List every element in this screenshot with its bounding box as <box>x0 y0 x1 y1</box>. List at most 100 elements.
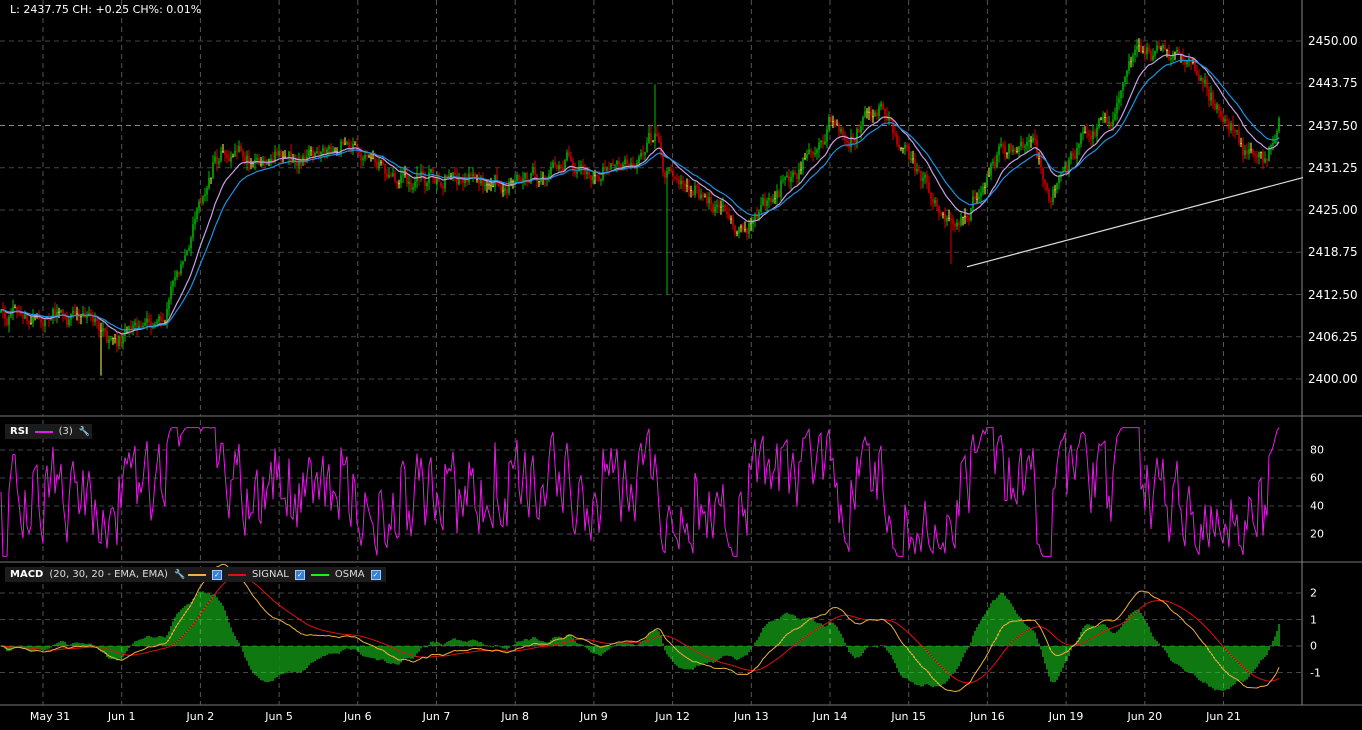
candle <box>756 213 758 219</box>
candle <box>252 162 254 164</box>
candle <box>1202 77 1204 84</box>
wrench-icon[interactable]: 🔧 <box>174 570 185 579</box>
candle <box>834 121 836 126</box>
osma-checkbox[interactable]: ✓ <box>370 569 381 580</box>
signal-label: SIGNAL <box>251 569 289 580</box>
candle <box>892 120 894 133</box>
candle <box>102 328 104 332</box>
candle <box>470 173 472 176</box>
candle <box>344 143 346 145</box>
y-tick-label: 1 <box>1310 613 1317 626</box>
candle <box>624 159 626 165</box>
x-tick-label: Jun 20 <box>1127 710 1163 723</box>
candle <box>854 139 856 143</box>
candle <box>168 299 170 309</box>
candle <box>1098 118 1100 128</box>
candle <box>414 181 416 188</box>
candle <box>100 330 102 332</box>
candle <box>952 219 954 224</box>
candle <box>986 176 988 188</box>
candle <box>908 146 910 160</box>
candle <box>442 186 444 189</box>
candle <box>818 142 820 150</box>
candle <box>856 128 858 143</box>
candle <box>1162 45 1164 49</box>
candle <box>928 182 930 193</box>
candle <box>1200 77 1202 81</box>
candle <box>136 322 138 329</box>
candle <box>676 178 678 180</box>
wrench-icon[interactable]: 🔧 <box>79 427 90 436</box>
candle <box>280 150 282 157</box>
candle <box>1008 144 1010 154</box>
candle <box>250 162 252 164</box>
candle <box>674 176 676 179</box>
candle <box>614 164 616 166</box>
candle <box>940 213 942 215</box>
candle <box>868 111 870 113</box>
candle <box>580 165 582 167</box>
candle <box>312 150 314 157</box>
candle <box>1118 98 1120 104</box>
candle <box>160 316 162 321</box>
candle <box>372 158 374 160</box>
candle <box>1206 79 1208 89</box>
candle <box>176 271 178 278</box>
candle <box>1002 144 1004 146</box>
macd-checkbox[interactable]: ✓ <box>211 569 222 580</box>
candle <box>702 194 704 197</box>
candle <box>386 173 388 177</box>
candle <box>954 223 956 227</box>
candle <box>256 158 258 160</box>
candle <box>598 176 600 181</box>
candle <box>770 197 772 203</box>
candle <box>278 150 280 156</box>
candle <box>654 133 656 142</box>
candle <box>122 335 124 344</box>
candle <box>1166 50 1168 52</box>
candle <box>782 179 784 181</box>
signal-checkbox[interactable]: ✓ <box>294 569 305 580</box>
candle <box>1254 153 1256 156</box>
candle <box>698 186 700 199</box>
rsi-label: RSI <box>10 426 29 437</box>
x-tick-label: Jun 16 <box>970 710 1005 723</box>
candle <box>1024 146 1026 148</box>
candle <box>1010 144 1012 152</box>
candle <box>370 157 372 159</box>
candle <box>32 317 34 323</box>
candle <box>728 214 730 219</box>
candle <box>242 151 244 158</box>
candle <box>446 175 448 177</box>
candle <box>454 172 456 175</box>
candle <box>16 307 18 311</box>
candle <box>938 206 940 214</box>
candle <box>764 198 766 207</box>
candle <box>188 248 190 251</box>
candle <box>1238 130 1240 144</box>
candle <box>200 201 202 203</box>
candle <box>1264 158 1266 163</box>
candle <box>562 167 564 171</box>
candle <box>426 183 428 187</box>
candle <box>1132 55 1134 62</box>
candle <box>1114 113 1116 120</box>
candle <box>550 167 552 175</box>
candle <box>1054 189 1056 191</box>
x-tick-label: Jun 21 <box>1206 710 1241 723</box>
y-tick-label: 2431.25 <box>1308 160 1358 175</box>
candle <box>76 313 78 315</box>
candle <box>976 198 978 200</box>
candle <box>440 181 442 187</box>
candle <box>186 250 188 256</box>
candle <box>930 192 932 200</box>
candle <box>838 124 840 132</box>
candle <box>118 336 120 347</box>
candle <box>196 208 198 220</box>
candle <box>750 223 752 225</box>
candle <box>714 206 716 213</box>
y-tick-label: 2406.25 <box>1308 329 1358 344</box>
chart-canvas[interactable] <box>0 0 1362 730</box>
candle <box>182 261 184 265</box>
candle <box>904 145 906 149</box>
